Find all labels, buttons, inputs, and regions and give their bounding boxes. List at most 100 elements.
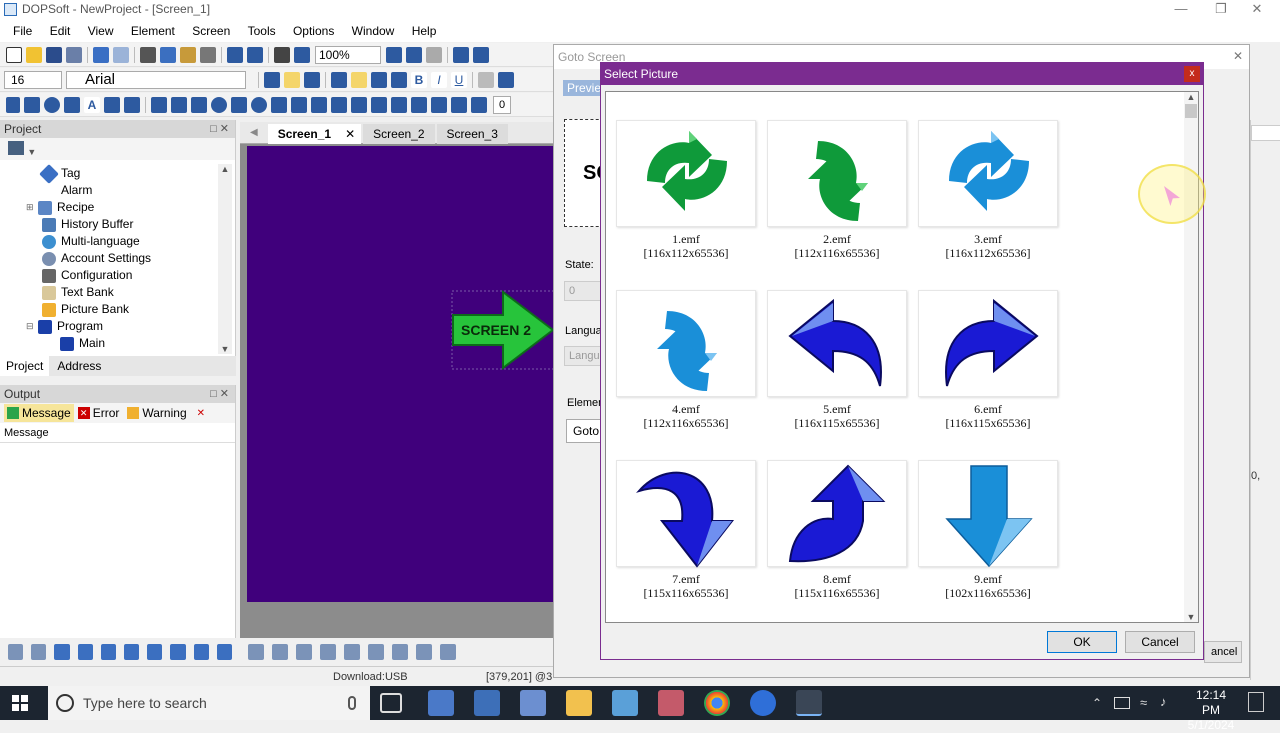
- meter-icon[interactable]: [231, 96, 247, 113]
- app-settings-icon[interactable]: [750, 690, 776, 716]
- text-fill-icon[interactable]: [371, 71, 387, 88]
- microphone-icon[interactable]: [348, 696, 356, 710]
- windows-start-icon[interactable]: [12, 695, 28, 711]
- circle-icon[interactable]: [44, 96, 60, 113]
- paste-icon[interactable]: [180, 46, 196, 63]
- layer-select[interactable]: 0: [493, 95, 511, 114]
- scroll-icon[interactable]: [471, 96, 487, 113]
- zoom-select[interactable]: 100%: [315, 45, 381, 64]
- align-right-icon[interactable]: [272, 644, 288, 660]
- tree-item-program[interactable]: ⊟ Program: [0, 318, 220, 335]
- picture-thumbnail[interactable]: [616, 460, 756, 568]
- tree-item-multi-language[interactable]: Multi-language: [0, 233, 220, 250]
- picture-thumbnail[interactable]: [918, 290, 1058, 397]
- text-icon[interactable]: A: [84, 96, 100, 113]
- align-icon[interactable]: [498, 71, 514, 88]
- app-dopsoft-icon[interactable]: [474, 690, 500, 716]
- trend-icon[interactable]: [331, 96, 347, 113]
- history-display-icon[interactable]: [411, 96, 427, 113]
- indicator-icon[interactable]: [191, 96, 207, 113]
- message-filter[interactable]: Message: [4, 404, 74, 422]
- align-center-icon[interactable]: [147, 644, 163, 660]
- align-middle-icon[interactable]: [170, 644, 186, 660]
- language-field[interactable]: Langua: [564, 346, 604, 366]
- tree-item-main[interactable]: Main: [0, 335, 220, 352]
- char-input-icon[interactable]: [311, 96, 327, 113]
- text-shrink-icon[interactable]: [304, 71, 320, 88]
- text-highlight-icon[interactable]: [284, 71, 300, 88]
- app-active-icon[interactable]: [796, 690, 822, 716]
- menu-tools[interactable]: Tools: [241, 20, 283, 42]
- text-style-icon[interactable]: [331, 71, 347, 88]
- text-color-icon[interactable]: [351, 71, 367, 88]
- tree-item-recipe[interactable]: ⊞ Recipe: [0, 199, 220, 216]
- app-notes-icon[interactable]: [612, 690, 638, 716]
- tab-screen-2[interactable]: Screen_2: [363, 123, 435, 144]
- output-pin-close-icon[interactable]: □ ✕: [210, 385, 229, 403]
- grid-icon[interactable]: [124, 96, 140, 113]
- align-left-icon[interactable]: [248, 644, 264, 660]
- tab-screen-1[interactable]: Screen_1 ✕: [267, 123, 362, 144]
- new-icon[interactable]: [6, 46, 22, 63]
- ok-button[interactable]: OK: [1047, 631, 1117, 653]
- tray-chevron-icon[interactable]: ⌃: [1092, 696, 1102, 710]
- copy-icon[interactable]: [160, 46, 176, 63]
- bold-icon[interactable]: B: [411, 71, 427, 88]
- picture-thumbnail[interactable]: [767, 120, 907, 227]
- hmi-screen-canvas[interactable]: SCREEN 2: [247, 146, 560, 602]
- tree-item-configuration[interactable]: Configuration: [0, 267, 220, 284]
- numeric-icon[interactable]: [291, 96, 307, 113]
- xy-chart-icon[interactable]: [351, 96, 367, 113]
- merge-icon[interactable]: [100, 644, 117, 660]
- app-explorer-icon[interactable]: [428, 690, 454, 716]
- polyline-icon[interactable]: [64, 96, 80, 113]
- tab-address[interactable]: Address: [49, 356, 109, 376]
- battery-icon[interactable]: [1114, 697, 1130, 709]
- group-icon[interactable]: [440, 644, 456, 660]
- layer-up-icon[interactable]: [54, 644, 70, 660]
- close-button[interactable]: ✕: [1234, 0, 1280, 20]
- gauge-icon[interactable]: [251, 96, 267, 113]
- text-effect-icon[interactable]: [391, 71, 407, 88]
- menu-view[interactable]: View: [81, 20, 121, 42]
- screen-icon[interactable]: [227, 46, 243, 63]
- save-as-icon[interactable]: [66, 46, 82, 63]
- rotate-icon[interactable]: [453, 46, 469, 63]
- split-icon[interactable]: [124, 644, 140, 660]
- gallery-scroll-up-icon[interactable]: ▲: [1184, 92, 1198, 102]
- picture-thumbnail[interactable]: [616, 290, 756, 397]
- rotate-back-icon[interactable]: [473, 46, 489, 63]
- keypad-icon[interactable]: [391, 96, 407, 113]
- state-field[interactable]: 0: [564, 281, 604, 301]
- italic-icon[interactable]: I: [431, 71, 447, 88]
- align-bottom-icon[interactable]: [320, 644, 336, 660]
- tree-item-picture-bank[interactable]: Picture Bank: [0, 301, 220, 318]
- lamp-icon[interactable]: [211, 96, 227, 113]
- chevron-down-icon[interactable]: ▼: [27, 147, 36, 157]
- tree-item-history-buffer[interactable]: History Buffer: [0, 216, 220, 233]
- rectangle-icon[interactable]: [24, 96, 40, 113]
- app-media-icon[interactable]: [658, 690, 684, 716]
- find-icon[interactable]: [200, 46, 216, 63]
- tree-item-tag[interactable]: Tag: [0, 163, 220, 184]
- same-width-icon[interactable]: [368, 644, 384, 660]
- redo-icon[interactable]: [113, 46, 129, 63]
- goto-cancel-button[interactable]: ancel: [1204, 641, 1242, 663]
- tab-project[interactable]: Project: [0, 356, 50, 376]
- picture-thumbnail[interactable]: [918, 460, 1058, 568]
- menu-window[interactable]: Window: [345, 20, 402, 42]
- close-tab-icon[interactable]: ✕: [345, 124, 355, 144]
- tree-item-account-settings[interactable]: Account Settings: [0, 250, 220, 267]
- warning-filter[interactable]: Warning: [123, 406, 190, 420]
- tab-screen-3[interactable]: Screen_3: [436, 123, 508, 144]
- print-icon[interactable]: [274, 46, 290, 63]
- zoom-out-icon[interactable]: [406, 46, 422, 63]
- distribute-icon[interactable]: [344, 644, 360, 660]
- menu-screen[interactable]: Screen: [185, 20, 237, 42]
- text-grow-icon[interactable]: [264, 71, 280, 88]
- clear-icon[interactable]: ✕: [197, 408, 205, 419]
- project-view-icon[interactable]: [8, 141, 24, 155]
- open-icon[interactable]: [26, 46, 42, 63]
- font-name-select[interactable]: Arial: [66, 70, 246, 89]
- undo-icon[interactable]: [93, 46, 109, 63]
